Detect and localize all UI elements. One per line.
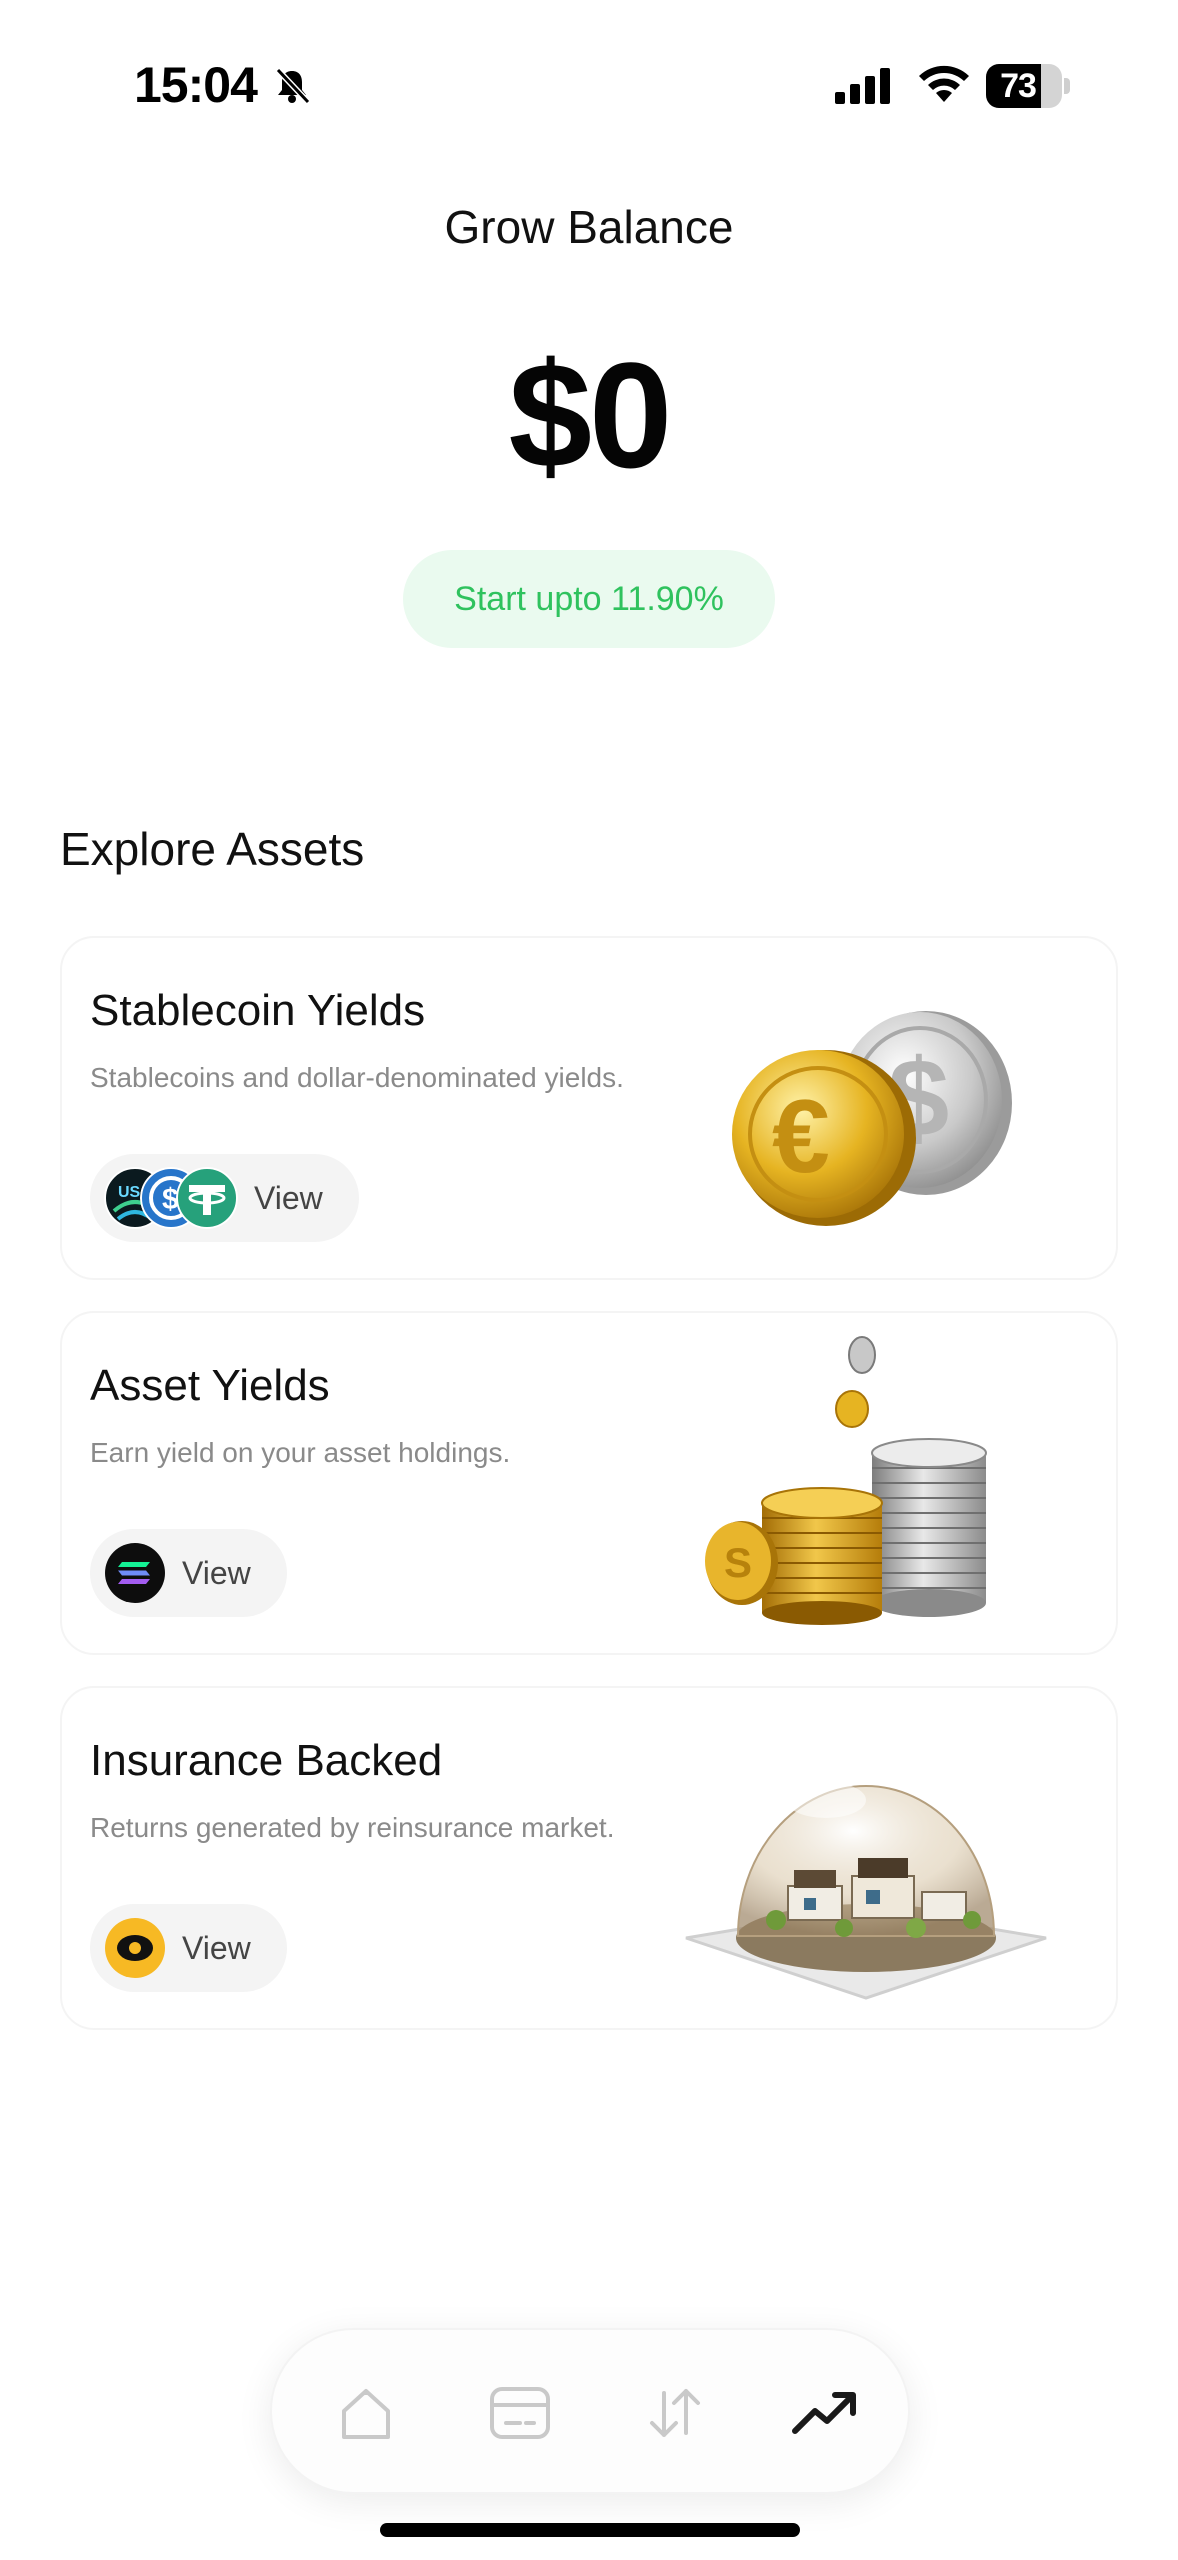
houses-under-glass-dome-image bbox=[685, 1782, 1047, 2000]
wifi-icon bbox=[919, 65, 969, 102]
view-label: View bbox=[254, 1179, 323, 1216]
nav-card[interactable] bbox=[480, 2373, 560, 2453]
svg-text:US: US bbox=[118, 1184, 141, 1201]
asset-yields-card[interactable]: Asset Yields Earn yield on your asset ho… bbox=[60, 1311, 1118, 1655]
battery-cap bbox=[1064, 78, 1070, 94]
svg-text:S: S bbox=[724, 1539, 752, 1586]
view-asset-yields-button[interactable]: View bbox=[90, 1529, 287, 1617]
gold-and-silver-coins-image: $ € bbox=[732, 1011, 1012, 1226]
nav-transfer[interactable] bbox=[634, 2373, 714, 2453]
battery-percent: 73 bbox=[1000, 67, 1037, 105]
apy-badge[interactable]: Start upto 11.90% bbox=[403, 550, 775, 648]
view-label: View bbox=[182, 1554, 251, 1591]
battery-body: 73 bbox=[986, 64, 1062, 108]
status-time: 15:04 bbox=[134, 57, 258, 113]
tether-icon bbox=[176, 1167, 238, 1229]
view-insurance-backed-button[interactable]: View bbox=[90, 1904, 287, 1992]
solana-icon bbox=[105, 1543, 165, 1603]
bottom-navigation bbox=[270, 2328, 910, 2494]
card-title: Insurance Backed bbox=[90, 1736, 443, 1785]
nav-grow[interactable] bbox=[786, 2373, 866, 2453]
card-title: Stablecoin Yields bbox=[90, 986, 426, 1035]
view-label: View bbox=[182, 1929, 251, 1966]
view-stablecoin-yields-button[interactable]: US $ View bbox=[90, 1154, 359, 1242]
bell-muted-icon bbox=[275, 67, 311, 105]
battery-indicator: 73 bbox=[986, 64, 1070, 108]
status-bar: 15:04 73 bbox=[0, 0, 1178, 150]
nav-home[interactable] bbox=[326, 2373, 406, 2453]
svg-text:€: € bbox=[772, 1079, 830, 1195]
insurance-backed-card[interactable]: Insurance Backed Returns generated by re… bbox=[60, 1686, 1118, 2030]
card-description: Stablecoins and dollar-denominated yield… bbox=[90, 1062, 624, 1093]
balance-amount: $0 bbox=[508, 331, 673, 499]
home-indicator[interactable] bbox=[380, 2523, 800, 2537]
home-icon bbox=[342, 2389, 390, 2439]
insurance-token-icon bbox=[105, 1918, 165, 1978]
token-icons: US $ bbox=[104, 1167, 238, 1229]
coin-stacks-image: S bbox=[705, 1336, 987, 1625]
card-description: Earn yield on your asset holdings. bbox=[90, 1437, 511, 1468]
card-icon bbox=[490, 2387, 550, 2439]
card-description: Returns generated by reinsurance market. bbox=[90, 1812, 615, 1843]
signal-icon bbox=[835, 68, 890, 104]
transfer-icon bbox=[650, 2389, 700, 2437]
stablecoin-yields-card[interactable]: Stablecoin Yields Stablecoins and dollar… bbox=[60, 936, 1118, 1280]
page-title: Grow Balance bbox=[444, 201, 734, 253]
trending-up-icon bbox=[792, 2392, 856, 2434]
card-title: Asset Yields bbox=[90, 1361, 330, 1410]
explore-assets-heading: Explore Assets bbox=[60, 823, 365, 875]
